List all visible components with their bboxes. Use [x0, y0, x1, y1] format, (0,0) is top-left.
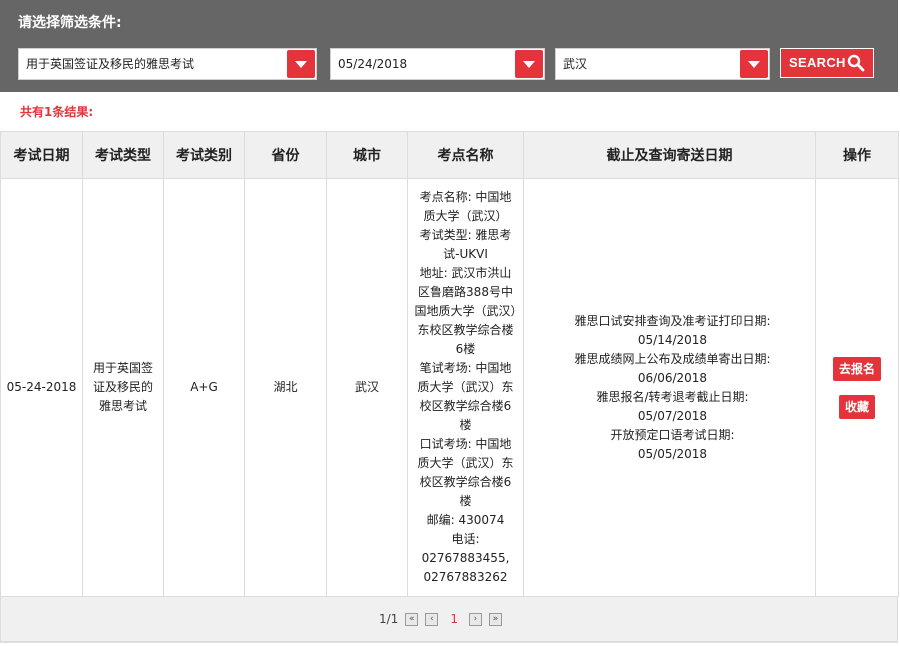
- chevron-down-icon[interactable]: [740, 50, 768, 78]
- deadline-label-2: 雅思成绩网上公布及成绩单寄出日期:: [574, 351, 771, 366]
- filter-title: 请选择筛选条件:: [18, 15, 122, 31]
- page-summary: 1/1: [379, 612, 399, 626]
- chevron-down-icon[interactable]: [515, 50, 543, 78]
- header-exam-category: 考试类别: [163, 131, 245, 179]
- venue-exam-type: 考试类型: 雅思考试-UKVI: [419, 228, 512, 261]
- city-value: 武汉: [563, 57, 588, 71]
- cell-venue: 考点名称: 中国地质大学（武汉） 考试类型: 雅思考试-UKVI 地址: 武汉市…: [407, 178, 524, 597]
- current-page[interactable]: 1: [450, 612, 458, 626]
- venue-name: 考点名称: 中国地质大学（武汉）: [419, 190, 512, 223]
- action-buttons: 去报名 收藏: [816, 356, 898, 419]
- header-venue: 考点名称: [407, 131, 524, 179]
- register-button[interactable]: 去报名: [832, 356, 881, 381]
- cell-category: A+G: [163, 178, 245, 597]
- chevron-down-icon[interactable]: [287, 50, 315, 78]
- search-icon: [847, 54, 865, 72]
- search-button[interactable]: SEARCH: [780, 48, 874, 78]
- exam-date-select[interactable]: 05/24/2018: [330, 48, 545, 80]
- deadline-value-4: 05/05/2018: [637, 446, 708, 461]
- header-city: 城市: [326, 131, 408, 179]
- venue-postcode: 邮编: 430074: [426, 513, 505, 527]
- cell-date: 05-24-2018: [0, 178, 83, 597]
- cell-type: 用于英国签证及移民的雅思考试: [82, 178, 164, 597]
- first-page-icon[interactable]: «: [405, 612, 419, 626]
- favorite-button[interactable]: 收藏: [838, 394, 875, 419]
- table-header-row: 考试日期 考试类型 考试类别 省份 城市 考点名称 截止及查询寄送日期 操作: [0, 131, 899, 179]
- deadline-value-2: 06/06/2018: [637, 370, 708, 385]
- cell-city: 武汉: [326, 178, 408, 597]
- header-exam-date: 考试日期: [0, 131, 83, 179]
- cell-type-text: 用于英国签证及移民的雅思考试: [92, 361, 153, 413]
- venue-written-room: 笔试考场: 中国地质大学（武汉）东校区教学综合楼6楼: [417, 361, 514, 432]
- venue-phone: 电话: 02767883455, 02767883262: [421, 532, 510, 584]
- cell-deadlines: 雅思口试安排查询及准考证打印日期: 05/14/2018 雅思成绩网上公布及成绩…: [523, 178, 816, 597]
- result-count: 共有1条结果:: [20, 105, 94, 119]
- prev-page-icon[interactable]: ‹: [425, 612, 439, 626]
- header-province: 省份: [244, 131, 327, 179]
- search-label: SEARCH: [789, 55, 846, 70]
- last-page-icon[interactable]: »: [488, 612, 502, 626]
- exam-type-value: 用于英国签证及移民的雅思考试: [26, 57, 195, 71]
- exam-date-value: 05/24/2018: [338, 57, 408, 71]
- venue-speaking-room: 口试考场: 中国地质大学（武汉）东校区教学综合楼6楼: [417, 437, 514, 508]
- pagination-bar: 1/1 « ‹ 1 › »: [0, 596, 898, 642]
- exam-type-select[interactable]: 用于英国签证及移民的雅思考试: [18, 48, 317, 80]
- header-deadlines: 截止及查询寄送日期: [523, 131, 816, 179]
- deadline-label-1: 雅思口试安排查询及准考证打印日期:: [574, 313, 771, 328]
- header-exam-type: 考试类型: [82, 131, 164, 179]
- deadline-label-3: 雅思报名/转考退考截止日期:: [596, 389, 749, 404]
- header-actions: 操作: [815, 131, 899, 179]
- deadline-value-3: 05/07/2018: [637, 408, 708, 423]
- cell-province: 湖北: [244, 178, 327, 597]
- deadline-value-1: 05/14/2018: [637, 332, 708, 347]
- table-row: 05-24-2018 用于英国签证及移民的雅思考试 A+G 湖北 武汉 考点名称…: [0, 178, 899, 597]
- divider: [0, 642, 898, 643]
- city-select[interactable]: 武汉: [555, 48, 770, 80]
- next-page-icon[interactable]: ›: [468, 612, 482, 626]
- deadline-label-4: 开放预定口语考试日期:: [610, 427, 735, 442]
- results-table: 考试日期 考试类型 考试类别 省份 城市 考点名称 截止及查询寄送日期 操作 0…: [0, 131, 899, 597]
- pagination: 1/1 « ‹ 1 › »: [379, 612, 502, 626]
- cell-actions: 去报名 收藏: [815, 178, 899, 597]
- venue-address: 地址: 武汉市洪山区鲁磨路388号中国地质大学（武汉）东校区教学综合楼6楼: [414, 266, 517, 356]
